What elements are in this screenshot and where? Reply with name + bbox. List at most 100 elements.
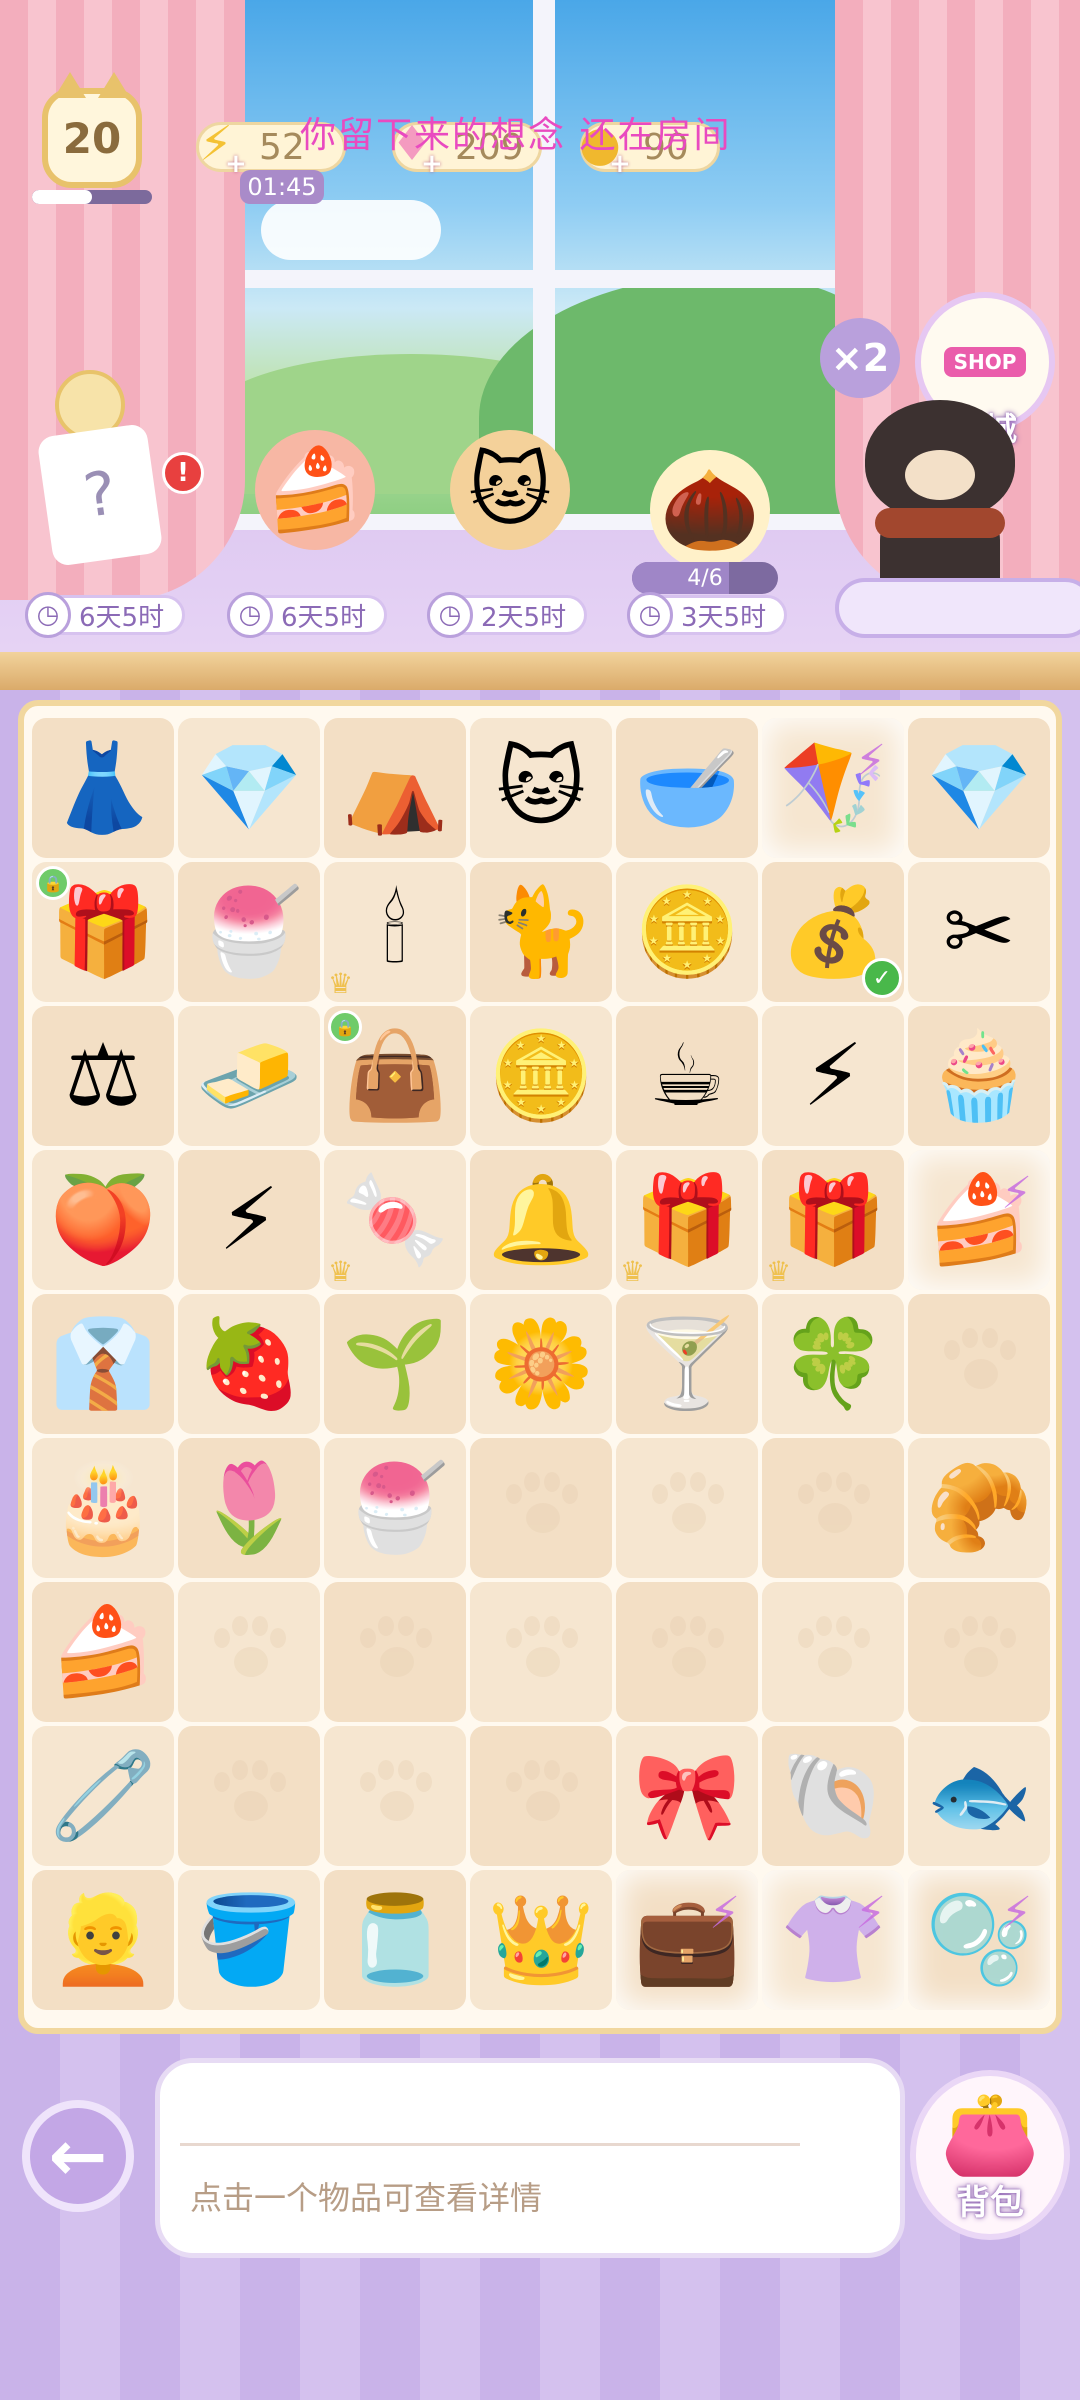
board-cell[interactable]: 🔔 bbox=[470, 1150, 612, 1290]
empty-cell[interactable] bbox=[178, 1582, 320, 1722]
board-cell[interactable]: 🍸 bbox=[616, 1294, 758, 1434]
paw-print-icon bbox=[944, 1328, 1016, 1394]
empty-cell[interactable] bbox=[470, 1438, 612, 1578]
energy-bolt-icon: ⚡ bbox=[855, 736, 886, 787]
board-cell[interactable]: 🐚 bbox=[762, 1726, 904, 1866]
empty-cell[interactable] bbox=[324, 1582, 466, 1722]
pink-gems-icon: 💎 bbox=[195, 738, 303, 838]
board-cell[interactable]: 💼 ⚡ bbox=[616, 1870, 758, 2010]
board-cell[interactable]: 👑 bbox=[470, 1870, 612, 2010]
backpack-button[interactable]: 👛 背包 bbox=[910, 2070, 1070, 2240]
board-cell[interactable]: 🌱 bbox=[324, 1294, 466, 1434]
board-cell[interactable]: 🍬 ♛ bbox=[324, 1150, 466, 1290]
empty-cell[interactable] bbox=[908, 1582, 1050, 1722]
board-cell[interactable]: 🪣 bbox=[178, 1870, 320, 2010]
board-cell[interactable]: 🕯 ♛ bbox=[324, 862, 466, 1002]
board-cell[interactable]: 🍧 bbox=[324, 1438, 466, 1578]
board-cell[interactable]: 🎀 bbox=[616, 1726, 758, 1866]
board-cell[interactable]: 👚 ⚡ bbox=[762, 1870, 904, 2010]
board-cell[interactable]: 🎂 bbox=[32, 1438, 174, 1578]
black-cat-character[interactable] bbox=[855, 390, 1025, 580]
board-cell[interactable]: ⚡ bbox=[762, 1006, 904, 1146]
board-cell[interactable]: 👱 bbox=[32, 1870, 174, 2010]
empty-cell[interactable] bbox=[762, 1582, 904, 1722]
board-cell[interactable]: ⛺ bbox=[324, 718, 466, 858]
empty-cell[interactable] bbox=[908, 1294, 1050, 1434]
board-cell[interactable]: 🍧 bbox=[178, 862, 320, 1002]
divider bbox=[180, 2143, 800, 2146]
board-cell[interactable]: 🐱 bbox=[470, 718, 612, 858]
empty-cell[interactable] bbox=[616, 1582, 758, 1722]
empty-cell[interactable] bbox=[470, 1726, 612, 1866]
board-cell[interactable]: 🍑 bbox=[32, 1150, 174, 1290]
clover-icon: 🍀 bbox=[779, 1314, 887, 1414]
board-cell[interactable]: 💎 bbox=[178, 718, 320, 858]
board-cell[interactable]: 🎁 🔒 bbox=[32, 862, 174, 1002]
empty-cell[interactable] bbox=[616, 1438, 758, 1578]
cake-slice-icon: 🍰 bbox=[49, 1602, 157, 1702]
board-cell[interactable]: 🌷 bbox=[178, 1438, 320, 1578]
board-cell[interactable]: 👔 bbox=[32, 1294, 174, 1434]
order-timer-4: ◷ 3天5时 bbox=[627, 592, 787, 638]
board-cell[interactable]: 🍰 ⚡ bbox=[908, 1150, 1050, 1290]
board-cell[interactable]: 🍰 bbox=[32, 1582, 174, 1722]
board-cell[interactable]: 🧈 bbox=[178, 1006, 320, 1146]
strawberry-basket-icon: 🍓 bbox=[195, 1314, 303, 1414]
order-slot-pill[interactable] bbox=[835, 578, 1080, 638]
empty-cell[interactable] bbox=[762, 1438, 904, 1578]
board-cell[interactable]: 🪙 bbox=[616, 862, 758, 1002]
merge-grid: 👗 💎 ⛺ 🐱 🥣 🪁 ⚡ 💎 🎁 🔒 🍧 🕯 ♛ 🐈 🪙 💰 ✓ ✂ ⚖ 🧈 👜 🔒 🪙 ☕ ⚡ 🧁 🍑 ⚡ 🍬 ♛ 🔔 🎁 ♛ 🎁 ♛ 🍰 ⚡ 👔 🍓 🌱… bbox=[32, 718, 1050, 2010]
paw-print-icon bbox=[944, 1616, 1016, 1682]
board-cell[interactable]: 🧁 bbox=[908, 1006, 1050, 1146]
board-cell[interactable]: 🎁 ♛ bbox=[762, 1150, 904, 1290]
board-cell[interactable]: 🍀 bbox=[762, 1294, 904, 1434]
board-cell[interactable]: 🪁 ⚡ bbox=[762, 718, 904, 858]
pruning-shears-icon: ✂ bbox=[942, 882, 1016, 982]
empty-cell[interactable] bbox=[470, 1582, 612, 1722]
blonde-wig-icon: 👱 bbox=[49, 1890, 157, 1990]
board-cell[interactable]: 🍓 bbox=[178, 1294, 320, 1434]
board-cell[interactable]: 👜 🔒 bbox=[324, 1006, 466, 1146]
wig-icon: 🎀 bbox=[633, 1746, 741, 1846]
clock-icon: ◷ bbox=[227, 592, 273, 638]
level-badge[interactable]: 20 bbox=[42, 72, 142, 188]
board-cell[interactable]: ⚡ bbox=[178, 1150, 320, 1290]
wine-glass-icon: 🍸 bbox=[633, 1314, 741, 1414]
board-cell[interactable]: 🌼 bbox=[470, 1294, 612, 1434]
cupcake-icon: 🧁 bbox=[925, 1026, 1033, 1126]
board-cell[interactable]: ☕ bbox=[616, 1006, 758, 1146]
crown-icon: ♛ bbox=[328, 1255, 354, 1288]
board-cell[interactable]: 👗 bbox=[32, 718, 174, 858]
seashell-icon: 🐚 bbox=[779, 1746, 887, 1846]
order-roll-cake[interactable]: 🍰 bbox=[235, 430, 395, 580]
tiara-icon: 👑 bbox=[487, 1890, 595, 1990]
board-cell[interactable]: 🫙 bbox=[324, 1870, 466, 2010]
room-scene: 20 ⚡ + 52 01:45 ♦ + 209 ● + 90 你留下来的想念 还… bbox=[0, 0, 1080, 690]
board-cell[interactable]: 🎁 ♛ bbox=[616, 1150, 758, 1290]
roll-cake-icon: 🍰 bbox=[255, 430, 375, 550]
energy-timer: 01:45 bbox=[240, 170, 324, 204]
order-timer-text: 6天5时 bbox=[79, 602, 165, 633]
board-cell[interactable]: 💎 bbox=[908, 718, 1050, 858]
board-cell[interactable]: 🐟 bbox=[908, 1726, 1050, 1866]
order-cards[interactable]: ? bbox=[25, 422, 185, 580]
board-cell[interactable]: ⚖ bbox=[32, 1006, 174, 1146]
empty-cell[interactable] bbox=[178, 1726, 320, 1866]
board-cell[interactable]: ✂ bbox=[908, 862, 1050, 1002]
board-cell[interactable]: 🫧 ⚡ bbox=[908, 1870, 1050, 2010]
board-cell[interactable]: 🪙 bbox=[470, 1006, 612, 1146]
empty-cell[interactable] bbox=[324, 1726, 466, 1866]
board-cell[interactable]: 🥐 bbox=[908, 1438, 1050, 1578]
back-arrow-icon[interactable]: ← bbox=[22, 2100, 134, 2212]
pink-gem-icon: 💎 bbox=[925, 738, 1033, 838]
double-energy-icon: ⚡ bbox=[218, 1170, 280, 1270]
paw-print-icon bbox=[652, 1616, 724, 1682]
board-cell[interactable]: 💰 ✓ bbox=[762, 862, 904, 1002]
board-cell[interactable]: 🥣 bbox=[616, 718, 758, 858]
order-alert-badge: ! bbox=[162, 452, 204, 494]
merge-board: 👗 💎 ⛺ 🐱 🥣 🪁 ⚡ 💎 🎁 🔒 🍧 🕯 ♛ 🐈 🪙 💰 ✓ ✂ ⚖ 🧈 👜 🔒 🪙 ☕ ⚡ 🧁 🍑 ⚡ 🍬 ♛ 🔔 🎁 ♛ 🎁 ♛ 🍰 ⚡ 👔 🍓 🌱… bbox=[18, 700, 1062, 2034]
order-witch-cat[interactable]: 🐱 bbox=[430, 430, 590, 580]
board-cell[interactable]: 🐈 bbox=[470, 862, 612, 1002]
board-cell[interactable]: 🧷 bbox=[32, 1726, 174, 1866]
multiplier-badge[interactable]: ×2 bbox=[820, 318, 900, 398]
